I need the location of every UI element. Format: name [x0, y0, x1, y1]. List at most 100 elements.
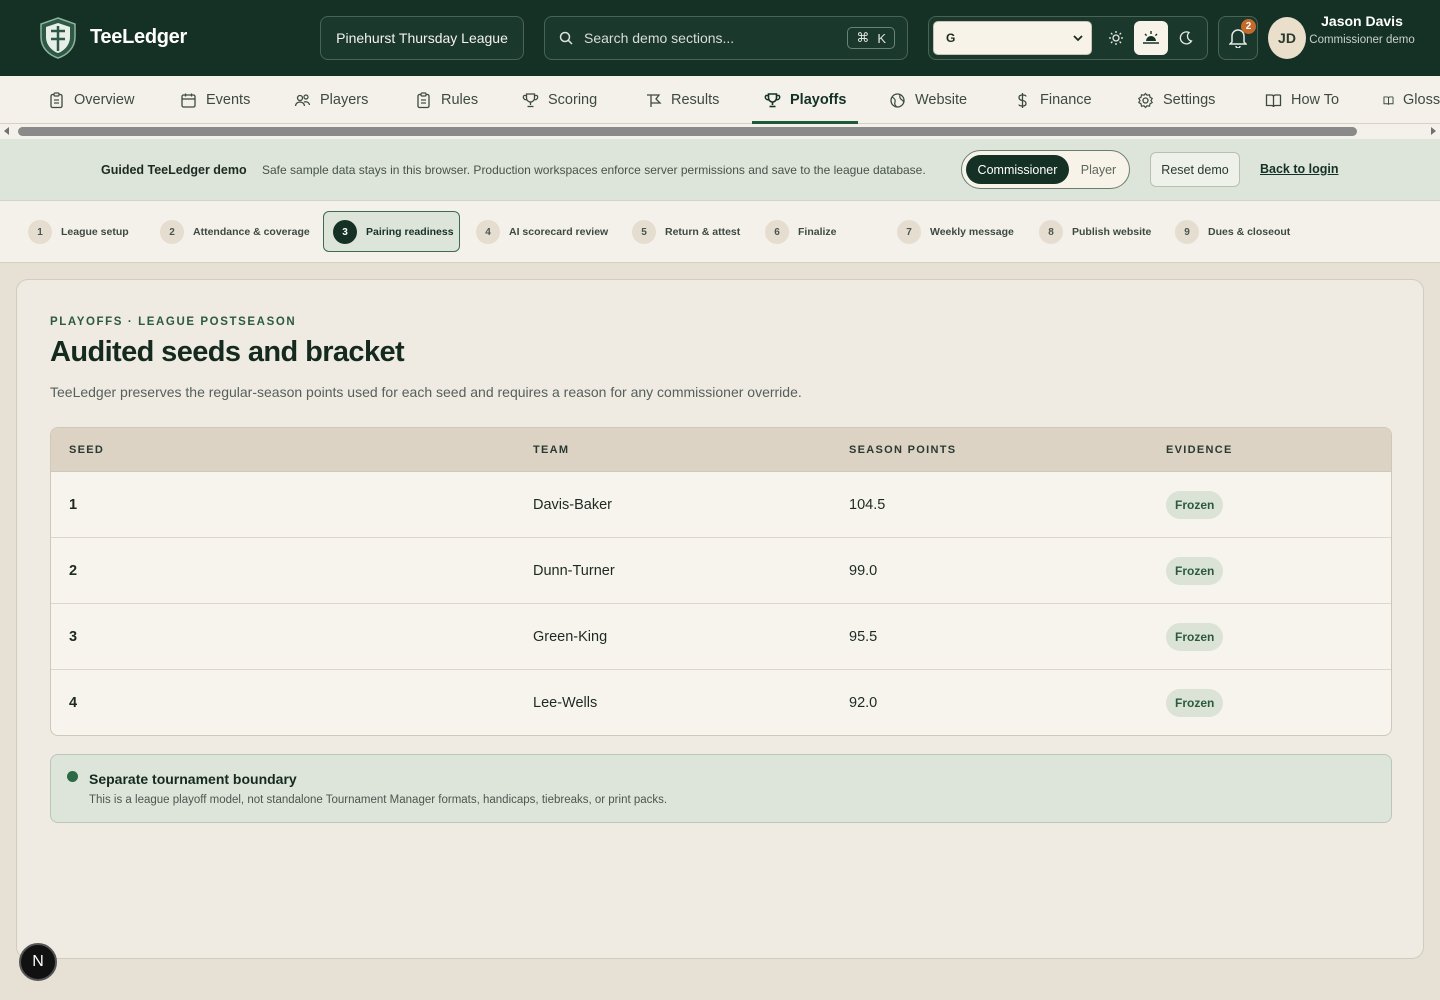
theme-select-value: G [946, 31, 956, 45]
evidence-badge: Frozen [1166, 557, 1224, 585]
nav-tab-website[interactable]: Website [889, 76, 967, 124]
command-key-icon: ⌘ [856, 30, 870, 45]
seeds-table: SEED TEAM SEASON POINTS EVIDENCE 1 Davis… [50, 427, 1392, 736]
step-dues-closeout[interactable]: 9 Dues & closeout [1175, 220, 1290, 244]
trophy-icon [522, 92, 539, 107]
users-icon [294, 93, 311, 106]
step-number: 6 [765, 220, 789, 244]
back-to-login-link[interactable]: Back to login [1260, 162, 1338, 176]
info-dot-icon [67, 771, 78, 782]
nav-tab-playoffs[interactable]: Playoffs [764, 76, 846, 124]
column-header-seed: SEED [69, 444, 105, 456]
nav-tab-finance[interactable]: Finance [1014, 76, 1092, 124]
globe-icon [890, 92, 905, 108]
shortcut-hint: ⌘ K [847, 27, 895, 49]
step-weekly-message[interactable]: 7 Weekly message [897, 220, 1014, 244]
points-cell: 99.0 [849, 563, 878, 579]
evidence-badge: Frozen [1166, 623, 1224, 651]
step-finalize[interactable]: 6 Finalize [765, 220, 837, 244]
team-cell: Dunn-Turner [533, 563, 615, 579]
reset-demo-button[interactable]: Reset demo [1150, 152, 1240, 187]
step-number: 9 [1175, 220, 1199, 244]
shortcut-key: K [877, 30, 886, 46]
step-label: AI scorecard review [509, 226, 609, 238]
demo-banner-title: Guided TeeLedger demo [101, 163, 247, 177]
user-role: Commissioner demo [1309, 34, 1415, 46]
nav-label: Results [671, 92, 720, 108]
column-header-season-points: SEASON POINTS [849, 444, 957, 456]
dollar-icon [1018, 92, 1027, 108]
step-label: Pairing readiness [366, 226, 454, 238]
scroll-right-arrow-icon[interactable] [1431, 127, 1436, 135]
step-league-setup[interactable]: 1 League setup [28, 220, 129, 244]
table-row: 3 Green-King 95.5 Frozen [51, 604, 1391, 670]
brand-name: TeeLedger [90, 26, 187, 48]
step-number: 7 [897, 220, 921, 244]
points-cell: 92.0 [849, 695, 878, 711]
table-row: 4 Lee-Wells 92.0 Frozen [51, 670, 1391, 735]
nav-tab-overview[interactable]: Overview [48, 76, 134, 124]
book-icon [1265, 93, 1282, 107]
evidence-badge: Frozen [1166, 689, 1224, 717]
nav-tab-events[interactable]: Events [180, 76, 250, 124]
seed-cell: 2 [69, 563, 78, 579]
main-nav: Overview Events Players Rules Scoring Re… [0, 76, 1440, 124]
team-cell: Davis-Baker [533, 497, 612, 513]
shield-logo-icon [40, 17, 76, 59]
step-publish-website[interactable]: 8 Publish website [1039, 220, 1151, 244]
nav-label: Playoffs [790, 92, 847, 108]
calendar-icon [181, 93, 196, 108]
nav-tab-how-to[interactable]: How To [1265, 76, 1339, 124]
light-theme-button[interactable] [1099, 21, 1133, 55]
user-name: Jason Davis [1321, 13, 1403, 29]
step-attendance-coverage[interactable]: 2 Attendance & coverage [160, 220, 310, 244]
top-header: TeeLedger Pinehurst Thursday League ⌘ K … [0, 0, 1440, 76]
step-return-attest[interactable]: 5 Return & attest [632, 220, 740, 244]
demo-steps: 1 League setup 2 Attendance & coverage 3 Pa… [0, 201, 1440, 263]
nav-tab-settings[interactable]: Settings [1137, 76, 1215, 124]
nav-scrollbar[interactable] [0, 124, 1440, 139]
nav-tab-players[interactable]: Players [294, 76, 368, 124]
step-ai-scorecard-review[interactable]: 4 AI scorecard review [476, 220, 608, 244]
dark-theme-button[interactable] [1169, 21, 1203, 55]
nav-label: Finance [1040, 92, 1092, 108]
nav-tab-rules[interactable]: Rules [415, 76, 478, 124]
search-input[interactable] [584, 30, 834, 46]
table-header: SEED TEAM SEASON POINTS EVIDENCE [51, 428, 1391, 472]
role-player-button[interactable]: Player [1070, 155, 1127, 184]
nav-tab-scoring[interactable]: Scoring [522, 76, 597, 124]
nav-tab-results[interactable]: Results [645, 76, 719, 124]
column-header-evidence: EVIDENCE [1166, 444, 1233, 456]
scroll-left-arrow-icon[interactable] [4, 127, 9, 135]
step-pairing-readiness[interactable]: 3 Pairing readiness [333, 220, 454, 244]
nav-label: Rules [441, 92, 479, 108]
step-number: 8 [1039, 220, 1063, 244]
nav-label: Overview [74, 92, 135, 108]
section-eyebrow: PLAYOFFS · LEAGUE POSTSEASON [50, 316, 297, 328]
step-number: 2 [160, 220, 184, 244]
step-label: Attendance & coverage [193, 226, 310, 238]
theme-select[interactable]: G [933, 21, 1092, 55]
gear-icon [1137, 92, 1154, 108]
step-label: Dues & closeout [1208, 226, 1291, 238]
search-icon [559, 31, 573, 45]
sunset-theme-button[interactable] [1134, 21, 1168, 55]
step-number: 5 [632, 220, 656, 244]
dev-tools-badge[interactable]: N [19, 943, 57, 981]
playoffs-card: PLAYOFFS · LEAGUE POSTSEASON Audited see… [16, 279, 1424, 959]
step-number: 4 [476, 220, 500, 244]
scrollbar-thumb[interactable] [18, 127, 1357, 136]
demo-banner: Guided TeeLedger demo Safe sample data s… [0, 139, 1440, 201]
nav-tab-glossary[interactable]: Glossary [1383, 76, 1440, 124]
nav-label: Players [320, 92, 369, 108]
search-box[interactable]: ⌘ K [544, 16, 908, 60]
demo-banner-text: Safe sample data stays in this browser. … [262, 163, 926, 177]
theme-controls: G [928, 16, 1208, 60]
nav-label: Scoring [548, 92, 598, 108]
seed-cell: 3 [69, 629, 78, 645]
nav-label: Glossary [1403, 92, 1440, 108]
clipboard-list-icon [417, 91, 430, 108]
league-switcher-button[interactable]: Pinehurst Thursday League [320, 16, 524, 60]
step-label: Weekly message [930, 226, 1014, 238]
role-commissioner-button[interactable]: Commissioner [966, 155, 1069, 184]
